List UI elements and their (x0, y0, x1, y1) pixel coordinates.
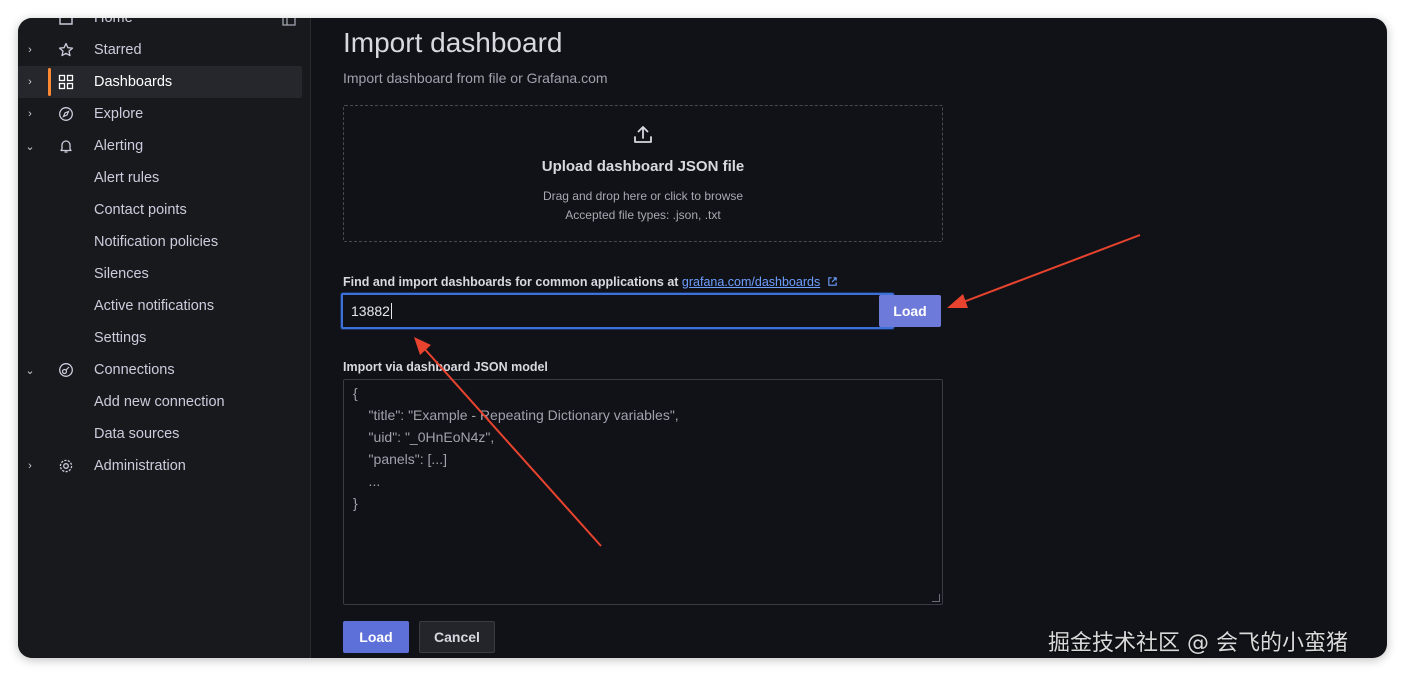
upload-icon (634, 126, 652, 143)
sidebar-item-alert-rules[interactable]: Alert rules (94, 162, 159, 194)
active-indicator (48, 68, 51, 96)
sidebar-item-administration[interactable]: › Administration (18, 450, 302, 482)
chevron-right-icon[interactable]: › (24, 460, 36, 472)
sidebar-item-label: Alerting (94, 138, 144, 154)
json-model-label: Import via dashboard JSON model (343, 360, 548, 374)
json-model-textarea[interactable]: { "title": "Example - Repeating Dictiona… (343, 379, 943, 605)
sidebar-item-label: Administration (94, 458, 186, 474)
grid-icon (57, 73, 75, 91)
sidebar-item-label: Home (94, 18, 133, 26)
chevron-right-icon[interactable]: › (24, 44, 36, 56)
sidebar-item-active-notifications[interactable]: Active notifications (94, 290, 214, 322)
grafana-dashboards-link[interactable]: grafana.com/dashboards (682, 275, 820, 289)
json-line: "title": "Example - Repeating Dictionary… (353, 407, 679, 423)
sidebar-item-silences[interactable]: Silences (94, 258, 149, 290)
app-window: Home › Starred › Dashboards › Explore ⌄ … (18, 18, 1387, 658)
dashboard-id-value: 13882 (351, 303, 390, 319)
json-line: ... (353, 473, 381, 489)
chevron-down-icon[interactable]: ⌄ (24, 140, 36, 153)
json-line: "uid": "_0HnEoN4z", (353, 429, 495, 445)
chevron-down-icon[interactable]: ⌄ (24, 364, 36, 377)
sidebar-item-label: Dashboards (94, 74, 173, 90)
sidebar-item-alerting[interactable]: ⌄ Alerting (18, 130, 302, 162)
sidebar-item-explore[interactable]: › Explore (18, 98, 302, 130)
sidebar-item-dashboards[interactable]: › Dashboards (18, 66, 302, 98)
upload-hint: Drag and drop here or click to browse (542, 189, 744, 203)
star-icon (57, 41, 75, 59)
sidebar-item-starred[interactable]: › Starred (18, 34, 302, 66)
json-line: "panels": [...] (353, 451, 447, 467)
sidebar-item-data-sources[interactable]: Data sources (94, 418, 179, 450)
upload-title: Upload dashboard JSON file (541, 158, 745, 175)
resize-handle[interactable] (932, 594, 940, 602)
page-subtitle: Import dashboard from file or Grafana.co… (343, 70, 608, 86)
dashboard-id-input[interactable]: 13882 (341, 293, 894, 329)
cog-icon (57, 457, 75, 475)
bell-icon (57, 137, 75, 155)
chevron-right-icon[interactable]: › (24, 76, 36, 88)
sidebar-item-label: Connections (94, 362, 175, 378)
main-content: Import dashboard Import dashboard from f… (311, 18, 1387, 658)
watermark-text: 掘金技术社区 @ 会飞的小蛮猪 (1048, 631, 1348, 656)
load-id-button[interactable]: Load (879, 295, 941, 327)
sidebar-item-settings[interactable]: Settings (94, 322, 146, 354)
chevron-right-icon[interactable]: › (24, 108, 36, 120)
external-link-icon[interactable] (827, 276, 838, 287)
connections-icon (57, 361, 75, 379)
find-dashboards-label: Find and import dashboards for common ap… (343, 275, 838, 289)
json-line: } (353, 495, 358, 511)
sidebar-item-connections[interactable]: ⌄ Connections (18, 354, 302, 386)
sidebar-item-label: Starred (94, 42, 142, 58)
sidebar-nav: Home › Starred › Dashboards › Explore ⌄ … (18, 18, 311, 658)
load-button[interactable]: Load (343, 621, 409, 653)
sidebar-item-contact-points[interactable]: Contact points (94, 194, 187, 226)
find-label-text: Find and import dashboards for common ap… (343, 275, 682, 289)
text-caret (390, 303, 392, 319)
home-icon (57, 18, 75, 27)
page-title: Import dashboard (343, 27, 563, 58)
sidebar-item-label: Explore (94, 106, 144, 122)
cancel-button[interactable]: Cancel (419, 621, 495, 653)
compass-icon (57, 105, 75, 123)
sidebar-item-home[interactable]: Home (18, 18, 302, 34)
sidebar-item-notification-policies[interactable]: Notification policies (94, 226, 218, 258)
sidebar-item-add-new-connection[interactable]: Add new connection (94, 386, 225, 418)
upload-dropzone[interactable]: Upload dashboard JSON file Drag and drop… (343, 105, 943, 242)
json-line: { (353, 385, 358, 401)
accepted-file-types: Accepted file types: .json, .txt (565, 208, 721, 222)
